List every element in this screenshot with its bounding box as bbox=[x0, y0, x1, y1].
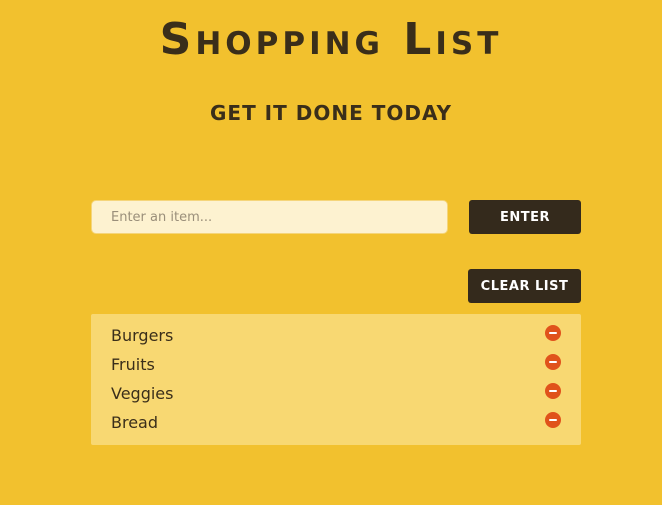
page-title: Shopping List bbox=[159, 14, 503, 65]
list-item: Fruits bbox=[91, 350, 581, 379]
remove-item-icon[interactable] bbox=[545, 354, 561, 370]
list-item: Veggies bbox=[91, 379, 581, 408]
list-item-label: Burgers bbox=[111, 326, 174, 345]
list-item: Burgers bbox=[91, 321, 581, 350]
list-item-label: Bread bbox=[111, 413, 159, 432]
list-item: Bread bbox=[91, 408, 581, 437]
clear-list-button[interactable]: CLEAR LIST bbox=[468, 269, 581, 303]
item-input[interactable] bbox=[91, 200, 448, 234]
remove-item-icon[interactable] bbox=[545, 412, 561, 428]
list-item-label: Veggies bbox=[111, 384, 174, 403]
shopping-list: Burgers Fruits Veggies Bread bbox=[91, 314, 581, 445]
list-item-label: Fruits bbox=[111, 355, 155, 374]
page-subtitle: GET IT DONE TODAY bbox=[210, 101, 452, 125]
remove-item-icon[interactable] bbox=[545, 325, 561, 341]
enter-button[interactable]: ENTER bbox=[469, 200, 581, 234]
remove-item-icon[interactable] bbox=[545, 383, 561, 399]
